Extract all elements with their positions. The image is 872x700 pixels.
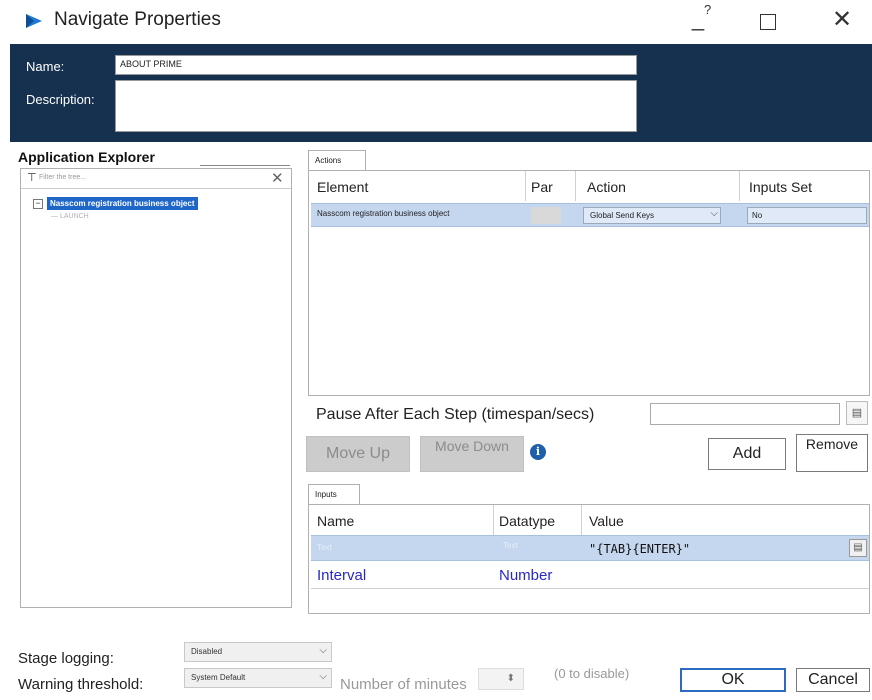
column-header-element[interactable]: Element	[317, 179, 517, 195]
inputs-set-cell[interactable]: No	[747, 207, 867, 224]
description-label: Description:	[26, 92, 95, 107]
table-row[interactable]: Text Text "{TAB}{ENTER}" ▤	[311, 535, 869, 561]
tree-item-launch-label: LAUNCH	[59, 213, 89, 220]
clear-filter-icon[interactable]: ✕	[271, 169, 284, 187]
stage-logging-value: Disabled	[191, 647, 223, 656]
maximize-icon	[760, 14, 776, 30]
pause-input[interactable]	[650, 403, 840, 425]
ok-button[interactable]: OK	[680, 668, 786, 692]
calculator-icon: ▤	[851, 407, 863, 419]
column-header-datatype[interactable]: Datatype	[499, 513, 579, 529]
action-select[interactable]: Global Send Keys ⌵	[583, 207, 721, 224]
minutes-label: Number of minutes	[340, 676, 467, 693]
tree-filter-row: ⊤ Filter the tree... ✕	[21, 169, 291, 189]
warning-threshold-value: System Default	[191, 673, 246, 682]
filter-icon: ⊤	[27, 172, 37, 184]
help-icon[interactable]: ?	[704, 2, 711, 17]
column-divider	[493, 505, 494, 535]
add-button[interactable]: Add	[708, 438, 786, 470]
action-value: Global Send Keys	[590, 211, 655, 220]
tab-inputs[interactable]: Inputs	[308, 484, 360, 504]
warning-threshold-select[interactable]: System Default ⌵	[184, 668, 332, 688]
app-logo-icon	[26, 14, 42, 28]
app-explorer-tree[interactable]: ⊤ Filter the tree... ✕ − Nasscom registr…	[20, 168, 292, 608]
element-cell: Nasscom registration business object	[317, 209, 450, 218]
maximize-button[interactable]	[746, 4, 790, 38]
input-value-cell[interactable]: "{TAB}{ENTER}"	[589, 542, 690, 556]
pause-label: Pause After Each Step (timespan/secs)	[316, 406, 595, 423]
expression-editor-button[interactable]: ▤	[849, 539, 867, 557]
table-row[interactable]: Nasscom registration business object Glo…	[311, 203, 869, 227]
input-name-cell: Text	[317, 543, 332, 552]
column-divider	[739, 171, 740, 201]
chevron-down-icon: ⌵	[319, 671, 327, 682]
input-datatype-cell: Text	[503, 541, 518, 550]
column-divider	[525, 171, 526, 201]
name-input[interactable]: ABOUT PRIME	[115, 55, 637, 75]
input-datatype-cell: Number	[499, 567, 553, 584]
info-icon[interactable]: i	[530, 444, 546, 460]
close-button[interactable]: ✕	[820, 4, 864, 38]
tab-actions[interactable]: Actions	[308, 150, 366, 170]
column-header-name[interactable]: Name	[317, 513, 487, 529]
par-cell[interactable]	[531, 207, 561, 224]
stage-logging-label: Stage logging:	[18, 650, 114, 667]
column-header-action[interactable]: Action	[587, 179, 737, 195]
window-title: Navigate Properties	[54, 9, 221, 30]
column-header-inputs-set[interactable]: Inputs Set	[749, 179, 865, 195]
remove-button[interactable]: Remove	[796, 434, 868, 472]
tree-item-launch[interactable]: — LAUNCH	[51, 213, 89, 220]
divider	[200, 165, 290, 166]
inputs-set-value: No	[752, 211, 763, 220]
column-divider	[581, 505, 582, 535]
move-up-button[interactable]: Move Up	[306, 436, 410, 472]
collapse-icon[interactable]: −	[33, 199, 43, 209]
properties-header: Name: ABOUT PRIME Description:	[10, 44, 872, 142]
actions-grid[interactable]: Element Par Action Inputs Set Nasscom re…	[308, 170, 870, 396]
chevron-down-icon[interactable]: ⌵	[710, 208, 718, 219]
column-header-value[interactable]: Value	[589, 513, 789, 529]
app-explorer-title: Application Explorer	[18, 149, 155, 165]
disable-note: (0 to disable)	[554, 666, 630, 681]
cancel-button[interactable]: Cancel	[796, 668, 870, 692]
stage-logging-select[interactable]: Disabled ⌵	[184, 642, 332, 662]
move-down-button[interactable]: Move Down	[420, 436, 524, 472]
column-divider	[575, 171, 576, 201]
warning-threshold-label: Warning threshold:	[18, 676, 144, 693]
expression-editor-button[interactable]: ▤	[846, 401, 868, 425]
title-bar: Navigate Properties _ ? ✕	[0, 0, 872, 44]
name-label: Name:	[26, 59, 65, 74]
table-row[interactable]: Interval Number	[311, 561, 869, 589]
inputs-grid[interactable]: Name Datatype Value Text Text "{TAB}{ENT…	[308, 504, 870, 614]
tree-filter-input[interactable]: Filter the tree...	[39, 174, 86, 181]
input-name-cell: Interval	[317, 567, 367, 584]
column-header-par[interactable]: Par	[531, 179, 571, 195]
chevron-down-icon: ⌵	[319, 645, 327, 656]
description-input[interactable]	[115, 80, 637, 132]
minutes-stepper[interactable]: ⬍	[478, 668, 524, 690]
tree-item-business-object[interactable]: Nasscom registration business object	[47, 197, 198, 210]
minimize-button[interactable]: _	[676, 4, 720, 38]
stepper-arrows-icon[interactable]: ⬍	[507, 673, 515, 684]
